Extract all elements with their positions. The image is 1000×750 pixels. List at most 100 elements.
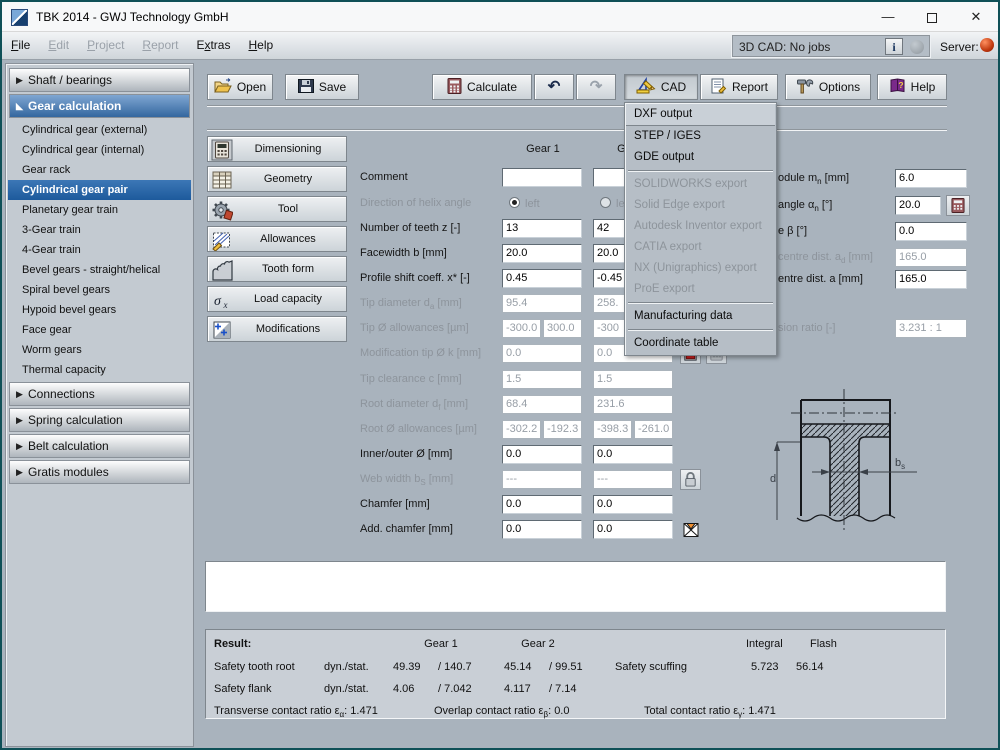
- sidebar-item-3-gear-train[interactable]: 3-Gear train: [8, 220, 191, 240]
- sidebar-section-gear-calculation[interactable]: ◣Gear calculation: [9, 94, 190, 118]
- sidebar-item-cylindrical-gear-pair[interactable]: Cylindrical gear pair: [8, 180, 191, 200]
- tooth-root-g1-stat: / 140.7: [438, 661, 472, 673]
- report-button[interactable]: Report: [700, 74, 778, 100]
- radio-dot: [512, 200, 517, 205]
- svg-text:x: x: [223, 300, 228, 310]
- geometry-icon: [211, 169, 233, 191]
- label-inner-outer-mm: Inner/outer Ø [mm]: [360, 448, 502, 460]
- sidebar-item-thermal-capacity[interactable]: Thermal capacity: [8, 360, 191, 380]
- odule-m-input[interactable]: 6.0: [895, 169, 967, 188]
- menu-project: Project: [78, 32, 133, 60]
- sidebar-item-gear-rack[interactable]: Gear rack: [8, 160, 191, 180]
- cad-menu-manufacturing-data[interactable]: Manufacturing data: [626, 306, 775, 327]
- toolbar-separator: [207, 105, 947, 107]
- tab-label: Modifications: [234, 323, 342, 335]
- gear2-add-chamfer-mm-input[interactable]: 0.0: [593, 520, 673, 539]
- help-button[interactable]: ? Help: [877, 74, 947, 100]
- pressure-angle-calc-button[interactable]: [946, 195, 970, 216]
- svg-text:?: ?: [898, 80, 903, 90]
- overlap-contact-ratio: Overlap contact ratio εβ: 0.0: [434, 705, 569, 719]
- menu-help[interactable]: Help: [239, 32, 282, 60]
- tab-label: Load capacity: [234, 293, 342, 305]
- help-label: Help: [911, 80, 936, 94]
- tab-geometry[interactable]: Geometry: [207, 166, 347, 192]
- gear1-root-allowances-m-upper-input: -192.3: [543, 420, 582, 439]
- sidebar-item-planetary-gear-train[interactable]: Planetary gear train: [8, 200, 191, 220]
- redo-icon: ↷: [590, 80, 603, 94]
- gear1-add-chamfer-mm-input[interactable]: 0.0: [502, 520, 582, 539]
- tab-tooth-form[interactable]: Tooth form: [207, 256, 347, 282]
- app-window: TBK 2014 - GWJ Technology GmbH — ✕ Serve…: [0, 0, 1000, 750]
- gear1-number-of-teeth-z-input[interactable]: 13: [502, 219, 582, 238]
- tab-dimensioning[interactable]: Dimensioning: [207, 136, 347, 162]
- sidebar-item-spiral-bevel-gears[interactable]: Spiral bevel gears: [8, 280, 191, 300]
- sidebar-section-belt-calculation[interactable]: ▶Belt calculation: [9, 434, 190, 458]
- sidebar-section-gratis-modules[interactable]: ▶Gratis modules: [9, 460, 190, 484]
- label-sion-ratio: sion ratio [-]: [778, 322, 890, 334]
- gear2-chamfer-mm-input[interactable]: 0.0: [593, 495, 673, 514]
- undo-button[interactable]: ↶: [534, 74, 574, 100]
- cad-menu-dxf-output[interactable]: DXF output: [626, 104, 775, 126]
- tab-modifications[interactable]: Modifications: [207, 316, 347, 342]
- gear2-root-allowances-m-lower-input: -398.3: [593, 420, 632, 439]
- gear1-comment-input[interactable]: [502, 168, 582, 187]
- cad-menu-nx-unigraphics-export: NX (Unigraphics) export: [626, 258, 775, 279]
- gear2-inner-outer-mm-input[interactable]: 0.0: [593, 445, 673, 464]
- label-centre-dist-a: centre dist. ad [mm]: [778, 251, 890, 265]
- cad-menu-coordinate-table[interactable]: Coordinate table: [626, 333, 775, 354]
- menu-separator: [628, 329, 773, 331]
- calculate-button[interactable]: Calculate: [432, 74, 532, 100]
- add-chamfer-icon[interactable]: [680, 519, 701, 540]
- menu-extras[interactable]: Extras: [187, 32, 239, 60]
- web-width-lock-icon[interactable]: [680, 469, 701, 490]
- help-icon: ?: [889, 78, 906, 96]
- menu-separator: [628, 170, 773, 172]
- flank-label: Safety flank: [214, 683, 271, 695]
- sidebar-item-worm-gears[interactable]: Worm gears: [8, 340, 191, 360]
- save-floppy-icon: [298, 79, 314, 96]
- sidebar-section-spring-calculation[interactable]: ▶Spring calculation: [9, 408, 190, 432]
- tab-allowances[interactable]: Allowances: [207, 226, 347, 252]
- minimize-button[interactable]: —: [866, 2, 910, 32]
- e-input[interactable]: 0.0: [895, 222, 967, 241]
- close-button[interactable]: ✕: [954, 2, 998, 32]
- sidebar-item-face-gear[interactable]: Face gear: [8, 320, 191, 340]
- gear1-facewidth-b-mm-input[interactable]: 20.0: [502, 244, 582, 263]
- tool-icon: [211, 199, 233, 221]
- tab-tool[interactable]: Tool: [207, 196, 347, 222]
- menu-file[interactable]: File: [2, 32, 39, 60]
- label-tip-diameter-d: Tip diameter da [mm]: [360, 297, 502, 311]
- sidebar-item-cylindrical-gear-external[interactable]: Cylindrical gear (external): [8, 120, 191, 140]
- flank-g2-dyn: 4.117: [504, 683, 531, 695]
- flank-g2-stat: / 7.14: [549, 683, 577, 695]
- sidebar-item-hypoid-bevel-gears[interactable]: Hypoid bevel gears: [8, 300, 191, 320]
- maximize-button[interactable]: [910, 2, 954, 32]
- sidebar-section-shaft-bearings[interactable]: ▶Shaft / bearings: [9, 68, 190, 92]
- label-entre-dist-a-mm: entre dist. a [mm]: [778, 273, 890, 285]
- open-button[interactable]: Open: [207, 74, 273, 100]
- options-button[interactable]: Options: [785, 74, 871, 100]
- content-separator: [207, 129, 947, 131]
- gear1-helix-direction-radio: [509, 197, 520, 208]
- cad-menu-gde-output[interactable]: GDE output: [626, 147, 775, 168]
- entre-dist-a-mm-input[interactable]: 165.0: [895, 270, 967, 289]
- angle-input[interactable]: 20.0: [895, 196, 941, 215]
- sidebar-section-connections[interactable]: ▶Connections: [9, 382, 190, 406]
- cad-button[interactable]: CAD: [624, 74, 698, 100]
- sidebar-item-cylindrical-gear-internal[interactable]: Cylindrical gear (internal): [8, 140, 191, 160]
- report-icon: [710, 78, 727, 97]
- gear1-chamfer-mm-input[interactable]: 0.0: [502, 495, 582, 514]
- tab-load-capacity[interactable]: σxLoad capacity: [207, 286, 347, 312]
- sidebar-item-4-gear-train[interactable]: 4-Gear train: [8, 240, 191, 260]
- label-root-allowances-m: Root Ø allowances [µm]: [360, 423, 502, 435]
- gear1-profile-shift-coeff-x-input[interactable]: 0.45: [502, 269, 582, 288]
- calculate-icon: [447, 78, 462, 97]
- info-icon[interactable]: i: [885, 38, 903, 55]
- tab-label: Allowances: [234, 233, 342, 245]
- tab-label: Tooth form: [234, 263, 342, 275]
- cad-menu-step-iges[interactable]: STEP / IGES: [626, 126, 775, 147]
- app-icon: [11, 9, 28, 26]
- sidebar-item-bevel-gears-straight-helical[interactable]: Bevel gears - straight/helical: [8, 260, 191, 280]
- gear1-inner-outer-mm-input[interactable]: 0.0: [502, 445, 582, 464]
- save-button[interactable]: Save: [285, 74, 359, 100]
